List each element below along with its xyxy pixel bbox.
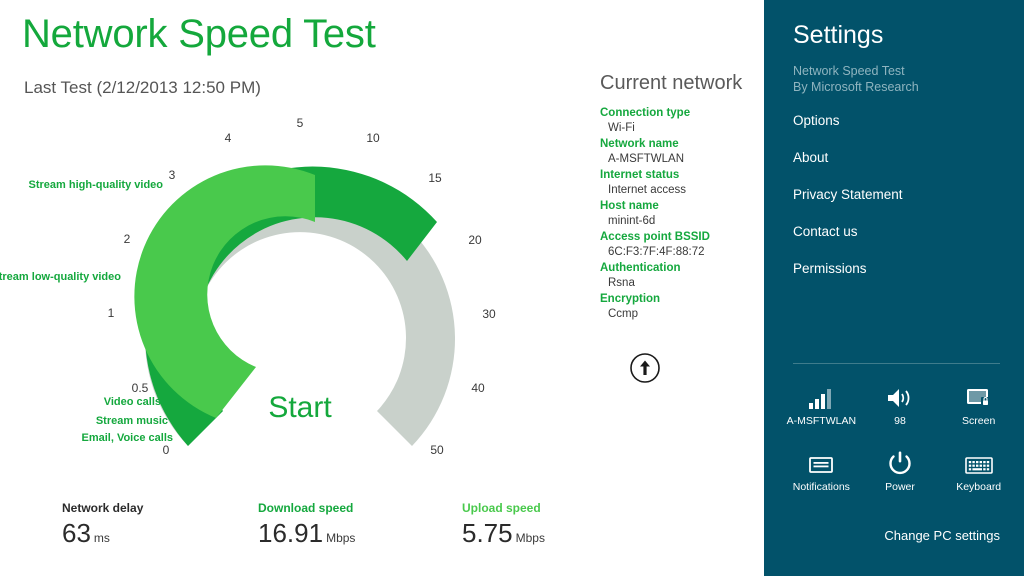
gauge-tick: 1 xyxy=(107,306,115,320)
settings-item-about[interactable]: About xyxy=(793,150,1003,187)
network-field: Authentication Rsna xyxy=(600,261,750,291)
charms-row-bottom: Notifications Power Keyboard xyxy=(782,446,1018,512)
charm-label: 98 xyxy=(894,415,906,427)
network-field: Encryption Ccmp xyxy=(600,292,750,322)
gauge-tick: 50 xyxy=(430,443,444,457)
network-field-value: Internet access xyxy=(608,184,686,196)
stat-value-row: 16.91 Mbps xyxy=(258,518,355,549)
network-field: Internet status Internet access xyxy=(600,168,750,198)
network-field: Host name minint-6d xyxy=(600,199,750,229)
charm-volume[interactable]: 98 xyxy=(861,380,940,446)
stat-unit: ms xyxy=(93,531,110,545)
app-main-area: Network Speed Test Last Test (2/12/2013 … xyxy=(0,0,764,576)
page-title: Network Speed Test xyxy=(22,12,376,56)
charm-label: Notifications xyxy=(792,481,850,493)
wifi-signal-icon xyxy=(782,380,861,410)
start-test-button[interactable]: Start xyxy=(268,391,331,425)
gauge-tick: 15 xyxy=(428,171,442,185)
stat-download-speed: Download speed 16.91 Mbps xyxy=(258,500,355,549)
stat-label: Download speed xyxy=(258,501,354,515)
network-field-value: A-MSFTWLAN xyxy=(608,153,685,165)
gauge-tick: 4 xyxy=(224,131,232,145)
settings-app-name: Network Speed Test xyxy=(793,64,905,78)
charm-notifications[interactable]: Notifications xyxy=(782,446,861,512)
gauge-tick: 5 xyxy=(296,116,304,130)
stat-label: Upload speed xyxy=(462,501,541,515)
stat-value: 16.91 xyxy=(258,518,324,548)
settings-title: Settings xyxy=(793,21,884,49)
charm-label: Power xyxy=(885,481,915,493)
gauge-tick: 40 xyxy=(471,381,485,395)
stat-value-row: 63 ms xyxy=(62,518,143,549)
network-field-value: Ccmp xyxy=(608,308,639,320)
stat-network-delay: Network delay 63 ms xyxy=(62,500,143,549)
stat-value-row: 5.75 Mbps xyxy=(462,518,545,549)
arrow-up-circle-glyph xyxy=(630,353,660,383)
network-field-label: Internet status xyxy=(600,169,680,181)
network-field-label: Encryption xyxy=(600,293,661,305)
stat-value: 63 xyxy=(62,518,91,548)
charm-keyboard[interactable]: Keyboard xyxy=(939,446,1018,512)
charm-network[interactable]: A-MSFTWLAN xyxy=(782,380,861,446)
network-field-label: Network name xyxy=(600,138,679,150)
gauge-tick: 0 xyxy=(162,443,170,457)
charm-power[interactable]: Power xyxy=(861,446,940,512)
current-network-heading: Current network xyxy=(600,72,743,94)
results-summary: Network delay 63 ms Download speed 16.91 M… xyxy=(0,500,764,560)
charm-screen[interactable]: Screen xyxy=(939,380,1018,446)
current-network-panel: Current network Connection type Wi-Fi Ne… xyxy=(600,72,750,323)
settings-app-author: By Microsoft Research xyxy=(793,80,919,94)
network-field: Network name A-MSFTWLAN xyxy=(600,137,750,167)
settings-item-options[interactable]: Options xyxy=(793,113,1003,150)
settings-menu: Options About Privacy Statement Contact … xyxy=(793,113,1003,298)
stat-upload-speed: Upload speed 5.75 Mbps xyxy=(462,500,545,549)
gauge-category-label: Stream low-quality video xyxy=(0,271,121,283)
speed-gauge[interactable]: 0 0.5 1 2 3 4 5 10 15 20 30 40 50 Stream… xyxy=(0,110,580,480)
arrow-up-circle-icon[interactable] xyxy=(629,352,661,384)
stat-value: 5.75 xyxy=(462,518,513,548)
stat-label: Network delay xyxy=(62,501,144,515)
gauge-tick: 3 xyxy=(168,168,176,182)
network-field-value: Wi-Fi xyxy=(608,122,635,134)
volume-speaker-icon xyxy=(861,380,940,410)
gauge-category-label: Email, Voice calls xyxy=(81,432,173,444)
network-field-label: Authentication xyxy=(600,262,681,274)
keyboard-icon xyxy=(939,446,1018,476)
gauge-category-label: Stream music xyxy=(95,415,168,427)
network-field-value: minint-6d xyxy=(608,215,656,227)
network-field: Access point BSSID 6C:F3:7F:4F:88:72 xyxy=(600,230,750,260)
screen-lock-icon xyxy=(939,380,1018,410)
notifications-icon xyxy=(782,446,861,476)
last-test-timestamp: Last Test (2/12/2013 12:50 PM) xyxy=(24,78,261,97)
network-field-label: Access point BSSID xyxy=(600,231,710,243)
network-field-value: Rsna xyxy=(608,277,635,289)
charms-row-top: A-MSFTWLAN 98 Screen xyxy=(782,380,1018,446)
gauge-tick: 30 xyxy=(482,307,496,321)
network-field-label: Host name xyxy=(600,200,659,212)
settings-app-info: Network Speed Test By Microsoft Research xyxy=(793,63,919,95)
network-field-value: 6C:F3:7F:4F:88:72 xyxy=(608,246,705,258)
settings-charm-panel: Settings Network Speed Test By Microsoft… xyxy=(764,0,1024,576)
network-field-label: Connection type xyxy=(600,107,691,119)
gauge-tick: 0.5 xyxy=(131,381,149,395)
charm-label: A-MSFTWLAN xyxy=(786,415,857,427)
settings-item-contact-us[interactable]: Contact us xyxy=(793,224,1003,261)
charm-label: Keyboard xyxy=(956,481,1002,493)
change-pc-settings-link[interactable]: Change PC settings xyxy=(884,528,1000,543)
charm-label: Screen xyxy=(962,415,996,427)
gauge-tick: 2 xyxy=(123,232,131,246)
power-icon xyxy=(861,446,940,476)
system-charms-grid: A-MSFTWLAN 98 Screen Notifications Power… xyxy=(782,380,1018,512)
gauge-category-label: Stream high-quality video xyxy=(28,179,163,191)
stat-unit: Mbps xyxy=(515,531,545,545)
gauge-tick: 10 xyxy=(366,131,380,145)
gauge-category-label: Video calls xyxy=(103,396,161,408)
settings-item-permissions[interactable]: Permissions xyxy=(793,261,1003,298)
settings-item-privacy-statement[interactable]: Privacy Statement xyxy=(793,187,1003,224)
network-field: Connection type Wi-Fi xyxy=(600,106,750,136)
settings-divider xyxy=(793,363,1000,364)
gauge-tick: 20 xyxy=(468,233,482,247)
stat-unit: Mbps xyxy=(326,531,356,545)
